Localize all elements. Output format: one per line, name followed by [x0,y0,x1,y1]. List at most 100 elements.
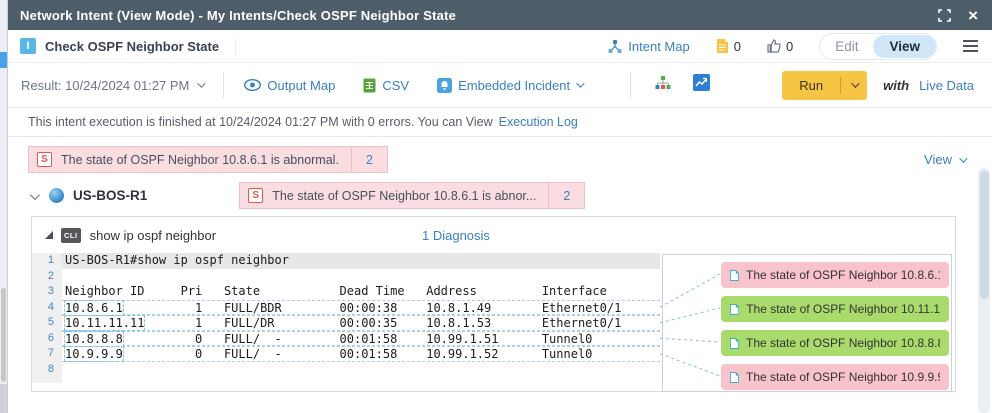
line-number: 3 [47,285,54,297]
diagnosis-note[interactable]: The state of OSPF Neighbor 10.11.11.11 i… [721,296,949,322]
document-icon [716,38,728,53]
router-icon [49,188,64,203]
chevron-down-icon [197,79,207,88]
alert-view-selector[interactable]: View [924,152,968,167]
note-icon [730,303,740,315]
chevron-down-icon [959,153,968,163]
code-line[interactable]: 10.8.8.8 0 FULL/ - 00:01:58 10.99.1.51 T… [62,330,660,347]
intent-type-icon: I [20,38,36,54]
diagnosis-note-text: The state of OSPF Neighbor 10.8.8.8 is n… [746,336,940,350]
run-label: Run [799,77,824,93]
diagnosis-panel: The state of OSPF Neighbor 10.8.6.1 is a… [662,254,952,392]
intent-header: I Check OSPF Neighbor State Intent Map 0… [8,30,992,63]
diagnosis-link[interactable]: 1 Diagnosis [422,217,490,253]
note-count[interactable]: 0 [716,38,741,54]
run-options-caret[interactable] [841,79,867,88]
device-tree-icon[interactable] [655,75,671,96]
code-line: Neighbor ID Pri State Dead Time Address … [65,284,607,298]
summary-alert[interactable]: S The state of OSPF Neighbor 10.8.6.1 is… [28,146,388,173]
neighbor-id-highlight[interactable]: 10.9.9.9 [64,346,124,362]
divider [223,72,225,98]
chart-view-icon[interactable] [693,74,711,96]
intent-title: Check OSPF Neighbor State [45,38,220,54]
embedded-incident-button[interactable]: Embedded Incident [437,77,585,93]
scrollbar-thumb[interactable] [979,171,989,299]
device-row: US-BOS-R1 S The state of OSPF Neighbor 1… [29,182,965,209]
alert-summary-row: S The state of OSPF Neighbor 10.8.6.1 is… [28,146,968,173]
csv-label: CSV [382,77,410,93]
code-line[interactable]: 10.11.11.11 1 FULL/DR 00:00:35 10.8.1.53… [62,315,660,331]
intent-map-icon [608,39,622,53]
note-icon [730,337,740,349]
diagnosis-note-text: The state of OSPF Neighbor 10.9.9.9 is a… [746,370,940,384]
edit-tab[interactable]: Edit [820,39,873,54]
view-tab[interactable]: View [873,34,936,58]
csv-button[interactable]: CSV [363,78,409,93]
live-data-link[interactable]: Live Data [919,78,974,93]
csv-icon [363,78,376,92]
embedded-incident-label: Embedded Incident [458,77,571,93]
diagnosis-note[interactable]: The state of OSPF Neighbor 10.8.8.8 is n… [721,330,949,356]
line-number: 2 [47,269,54,282]
code-line[interactable]: 10.8.6.1 1 FULL/BDR 00:00:38 10.8.1.49 E… [62,299,660,316]
edit-view-toggle: Edit View [819,32,937,60]
run-button[interactable]: Run [782,70,868,100]
line-number: 8 [47,362,54,375]
diagnosis-note-text: The state of OSPF Neighbor 10.8.6.1 is a… [746,268,940,282]
line-number: 7 [47,347,54,359]
note-count-value: 0 [733,38,741,54]
cli-badge-icon: CLI [61,227,81,243]
vertical-scrollbar[interactable] [978,168,990,413]
cli-output-code: 1 2 3 4 5 6 7 8 US-BOS-R1#show ip ospf neighbor… [32,253,660,392]
severity-icon: S [37,152,52,167]
summary-alert-text: The state of OSPF Neighbor 10.8.6.1 is a… [61,152,339,167]
background-scrollbar-fragment [1,288,6,382]
device-alert-count[interactable]: 2 [549,189,584,203]
like-count-value: 0 [785,38,794,54]
background-fragment [0,384,7,413]
embedded-incident-icon [437,77,453,93]
like-count[interactable]: 0 [767,39,793,54]
note-icon [730,269,740,281]
intent-map-link[interactable]: Intent Map [608,39,690,54]
device-alert-text: The state of OSPF Neighbor 10.8.6.1 is a… [272,188,537,203]
network-intent-dialog: Network Intent (View Mode) - My Intents/… [7,0,992,413]
neighbor-id-highlight[interactable]: 10.8.8.8 [64,330,124,347]
eye-icon [244,79,262,91]
thumbs-up-icon [767,39,781,53]
output-map-button[interactable]: Output Map [244,78,335,93]
code-line: US-BOS-R1#show ip ospf neighbor [62,253,660,269]
menu-icon[interactable] [963,40,978,52]
result-label: Result: 10/24/2024 01:27 PM [21,77,190,93]
device-alert[interactable]: S The state of OSPF Neighbor 10.8.6.1 is… [239,182,586,209]
background-fragment [0,52,7,68]
output-map-label: Output Map [267,77,336,93]
chevron-down-icon [576,79,585,88]
result-toolbar: Result: 10/24/2024 01:27 PM Output Map C… [8,63,992,107]
cli-command: show ip ospf neighbor [89,227,217,243]
execution-log-link[interactable]: Execution Log [499,115,578,129]
expander-triangle-icon[interactable] [45,231,53,239]
diagnosis-chips: The state of OSPF Neighbor 10.8.6.1 is a… [721,262,949,390]
divider [235,38,237,54]
neighbor-id-highlight[interactable]: 10.11.11.11 [63,315,146,331]
line-number-gutter: 1 2 3 4 5 6 7 8 [32,253,62,383]
close-icon[interactable]: × [968,7,978,24]
collapse-chevron-icon[interactable] [29,187,40,205]
line-number: 1 [47,254,54,266]
line-number: 4 [47,300,54,313]
code-line[interactable]: 10.9.9.9 0 FULL/ - 00:01:58 10.99.1.52 T… [62,346,660,362]
divider [630,72,632,98]
line-number: 5 [47,316,54,328]
diagnosis-note[interactable]: The state of OSPF Neighbor 10.8.6.1 is a… [721,262,949,288]
device-name[interactable]: US-BOS-R1 [73,188,147,203]
severity-icon: S [248,188,264,203]
command-output-panel: CLI show ip ospf neighbor 1 Diagnosis 1 2… [31,216,956,392]
result-selector[interactable]: Result: 10/24/2024 01:27 PM [21,77,207,93]
execution-status-text: This intent execution is finished at 10/… [28,115,493,129]
maximize-icon[interactable] [938,8,951,22]
summary-alert-count[interactable]: 2 [352,153,387,167]
diagnosis-note[interactable]: The state of OSPF Neighbor 10.9.9.9 is a… [721,364,949,390]
neighbor-id-highlight[interactable]: 10.8.6.1 [64,299,124,316]
